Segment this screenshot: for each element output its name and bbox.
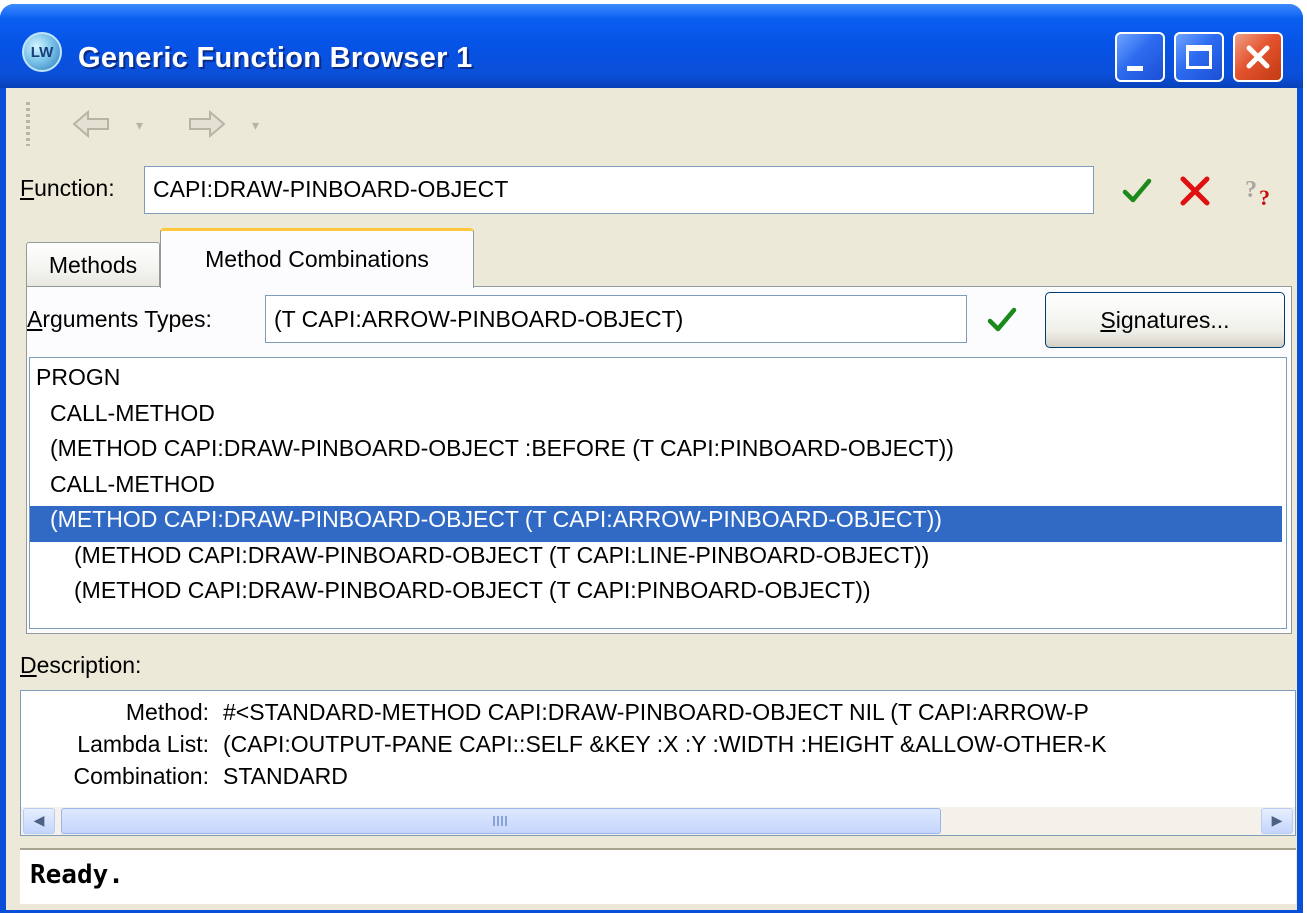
description-value: (CAPI:OUTPUT-PANE CAPI::SELF &KEY :X :Y … <box>223 731 1107 757</box>
arguments-types-input[interactable]: (T CAPI:ARROW-PINBOARD-OBJECT) <box>265 295 967 343</box>
help-button[interactable]: ? ? <box>1242 172 1280 210</box>
maximize-button[interactable] <box>1174 32 1224 82</box>
svg-text:?: ? <box>1259 185 1270 209</box>
status-bar: Ready. <box>20 848 1296 904</box>
method-combination-tree[interactable]: PROGN CALL-METHOD (METHOD CAPI:DRAW-PINB… <box>29 357 1287 629</box>
back-dropdown-icon[interactable]: ▾ <box>136 118 143 134</box>
apply-check-icon <box>987 307 1017 332</box>
tree-row-selected[interactable]: (METHOD CAPI:DRAW-PINBOARD-OBJECT (T CAP… <box>30 506 1282 542</box>
scroll-left-icon[interactable]: ◀ <box>23 808 55 834</box>
tree-row[interactable]: (METHOD CAPI:DRAW-PINBOARD-OBJECT :BEFOR… <box>30 435 1286 471</box>
title-bar[interactable]: LW Generic Function Browser 1 <box>0 4 1303 88</box>
description-pane[interactable]: Method: #<STANDARD-METHOD CAPI:DRAW-PINBO… <box>20 690 1296 836</box>
minimize-icon <box>1127 65 1143 71</box>
tree-row[interactable]: PROGN <box>30 364 1286 400</box>
tab-strip: Methods Method Combinations <box>26 228 826 288</box>
apply-function-button[interactable] <box>1120 174 1154 208</box>
arguments-types-label: Arguments Types: <box>27 306 212 332</box>
forward-dropdown-icon[interactable]: ▾ <box>252 118 259 134</box>
apply-check-icon <box>1122 178 1152 203</box>
close-button[interactable] <box>1233 32 1283 82</box>
toolbar-grip[interactable] <box>26 102 30 146</box>
back-arrow-icon <box>72 109 109 139</box>
description-value: STANDARD <box>223 763 348 789</box>
forward-button[interactable] <box>188 108 226 140</box>
back-button[interactable] <box>72 108 110 140</box>
lispworks-app-icon: LW <box>22 32 62 72</box>
tree-row[interactable]: (METHOD CAPI:DRAW-PINBOARD-OBJECT (T CAP… <box>30 542 1286 578</box>
apply-arguments-button[interactable] <box>985 303 1019 337</box>
status-text: Ready. <box>30 860 124 890</box>
description-row-combination: Combination: STANDARD <box>21 763 348 795</box>
function-input[interactable]: CAPI:DRAW-PINBOARD-OBJECT <box>144 166 1094 214</box>
method-combinations-panel: Arguments Types: (T CAPI:ARROW-PINBOARD-… <box>26 286 1292 634</box>
description-key: Lambda List: <box>77 731 209 757</box>
svg-text:?: ? <box>1245 177 1257 203</box>
tab-methods[interactable]: Methods <box>26 242 160 288</box>
function-label: Function: <box>20 175 115 201</box>
maximize-icon <box>1186 45 1212 69</box>
window-title: Generic Function Browser 1 <box>78 42 473 74</box>
cancel-function-button[interactable] <box>1176 172 1214 210</box>
tree-row[interactable]: CALL-METHOD <box>30 400 1286 436</box>
scroll-right-icon[interactable]: ▶ <box>1261 808 1293 834</box>
minimize-button[interactable] <box>1115 32 1165 82</box>
horizontal-scrollbar[interactable]: ◀ ▶ <box>21 807 1295 835</box>
description-row-lambda-list: Lambda List: (CAPI:OUTPUT-PANE CAPI::SELF… <box>21 731 1107 763</box>
grip-icon <box>493 816 509 826</box>
help-question-icon: ? ? <box>1245 177 1270 209</box>
scroll-thumb[interactable] <box>61 808 941 834</box>
signatures-button[interactable]: Signatures... <box>1045 292 1285 348</box>
forward-arrow-icon <box>189 109 226 139</box>
client-area: ▾ ▾ Function: CAPI:DRAW-PINBOARD-OBJECT … <box>6 88 1297 910</box>
description-value: #<STANDARD-METHOD CAPI:DRAW-PINBOARD-OBJ… <box>223 699 1089 725</box>
description-row-method: Method: #<STANDARD-METHOD CAPI:DRAW-PINBO… <box>21 699 1089 731</box>
application-window: LW Generic Function Browser 1 ▾ ▾ Functi… <box>0 4 1303 913</box>
description-label: Description: <box>20 652 142 678</box>
tree-row[interactable]: CALL-METHOD <box>30 471 1286 507</box>
description-key: Method: <box>125 699 209 725</box>
description-key: Combination: <box>73 763 209 789</box>
cancel-x-icon <box>1180 176 1210 206</box>
tree-row[interactable]: (METHOD CAPI:DRAW-PINBOARD-OBJECT (T CAP… <box>30 577 1286 613</box>
tab-method-combinations[interactable]: Method Combinations <box>160 228 474 288</box>
close-icon <box>1246 45 1270 69</box>
